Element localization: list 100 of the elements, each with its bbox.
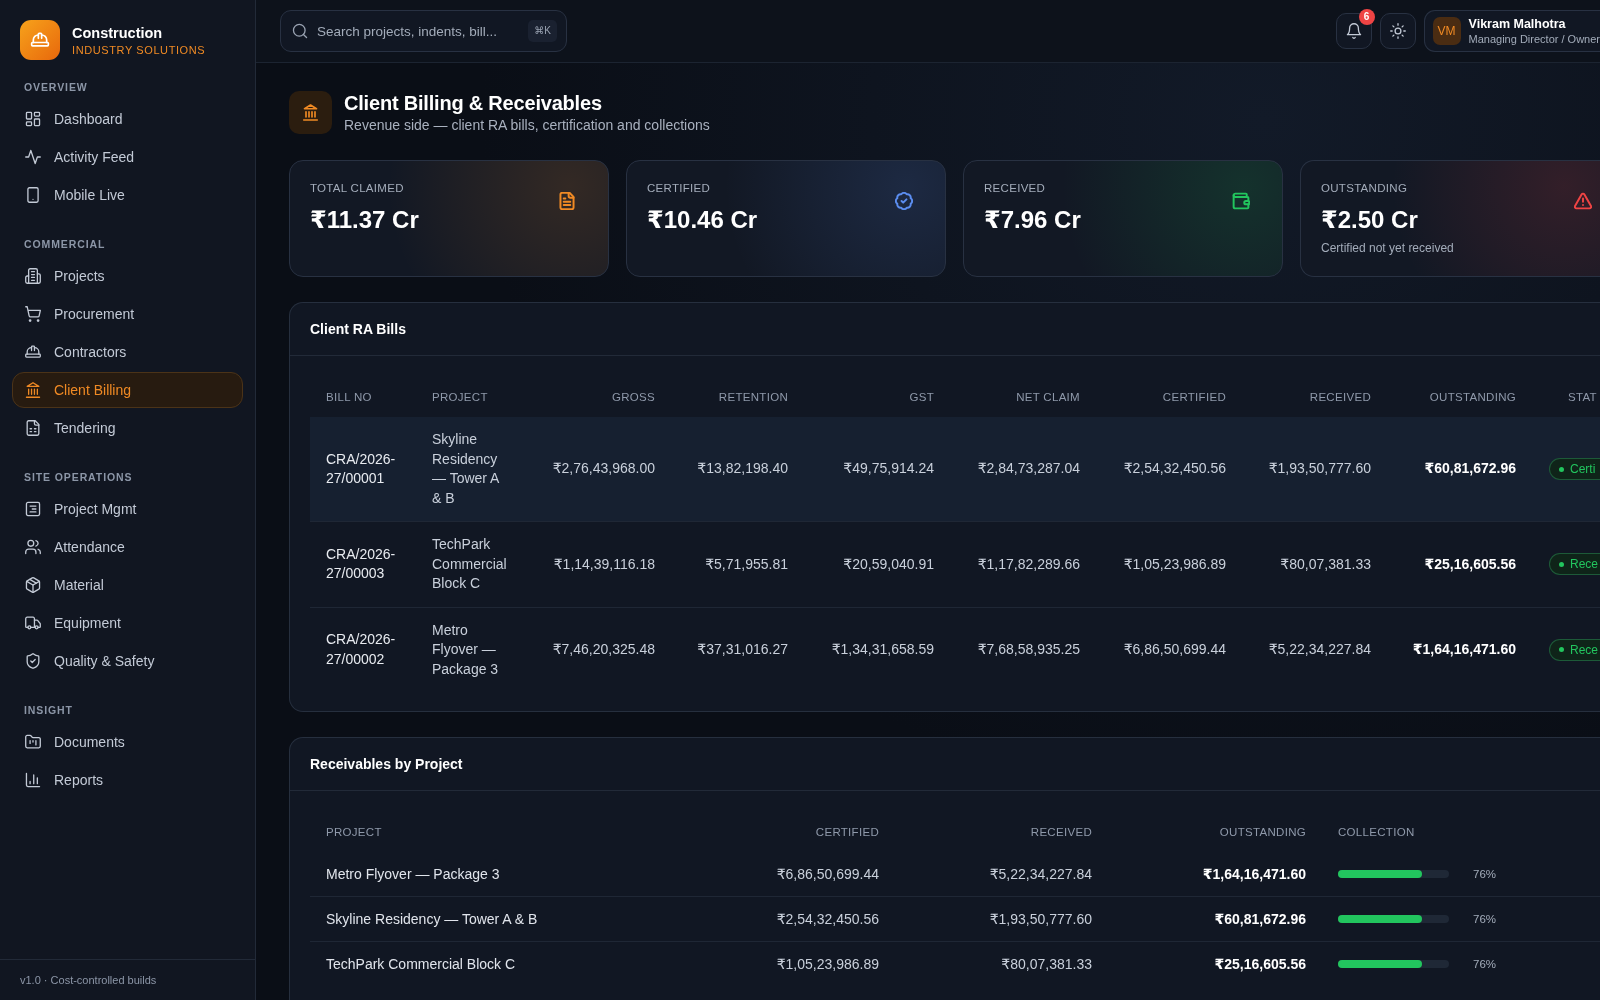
user-menu-button[interactable]: VM Vikram Malhotra Managing Director / Owner [1423,10,1600,52]
table-cell-text: ₹1,05,23,986.89 [1122,554,1227,574]
nav-item[interactable]: Activity Feed [12,139,243,175]
nav-item[interactable]: Attendance [12,529,243,565]
table-cell-text: ₹49,75,914.24 [842,459,935,479]
table-cell-text: ₹1,14,39,116.18 [552,554,656,574]
stat-label: TOTAL CLAIMED [310,181,404,195]
column-header: RETENTION [717,390,789,403]
column-header: PROJECT [325,825,383,838]
column-header: CERTIFIED [814,825,880,838]
bank-icon [25,382,41,398]
table-cell-text: TechPark Commercial Block C [325,956,517,972]
table-cell-text: Skyline Residency — Tower A & B [431,430,500,508]
status-label: Rece [1570,557,1598,572]
table-cell-text: ₹1,93,50,777.60 [988,911,1093,927]
table-row[interactable]: CRA/2026-27/00002 Metro Flyover — Package 3 ₹7,46,20,325.48 ₹37,31,016.27 ₹1,34,31,658.59 ₹7,68,58,935.25 ₹6,86,50,699.44 ₹5,22,34,227.84 ₹1,64,16,471.60 Rece [310,606,1600,692]
table-cell-text: ₹5,22,34,227.84 [988,866,1093,882]
nav-item[interactable]: Projects [12,258,243,294]
keyboard-shortcut: ⌘K [528,20,557,42]
hard-hat-logo-icon [20,20,60,60]
table-cell-text: ₹60,81,672.96 [1423,459,1517,479]
brand-tagline: INDUSTRY SOLUTIONS [72,42,206,57]
nav-item[interactable]: Reports [12,762,243,798]
nav-item[interactable]: Equipment [12,605,243,641]
column-header: GST [908,390,935,403]
nav-section-label: INSIGHT [24,703,73,717]
table-cell-text: ₹60,81,672.96 [1213,911,1307,927]
table-cell-text: ₹25,16,605.56 [1423,554,1517,574]
nav-item[interactable]: Material [12,567,243,603]
stat-label: RECEIVED [984,181,1046,195]
search-icon [292,23,308,39]
table-cell-text: ₹6,86,50,699.44 [1122,640,1227,659]
truck-icon [25,615,41,631]
spreadsheet-icon [25,420,41,436]
shield-check-icon [25,653,41,669]
column-header: RECEIVED [1029,825,1093,838]
column-header: PROJECT [431,390,489,403]
notification-count: 6 [1358,9,1375,25]
table-cell-text: ₹25,16,605.56 [1213,956,1307,972]
stat-note: Certified not yet received [1321,240,1454,256]
table-cell-text: CRA/2026-27/00001 [325,449,397,488]
section-title: Client RA Bills [310,321,406,337]
status-label: Certi [1570,462,1596,476]
bar-chart-icon [25,772,41,788]
sun-icon [1389,23,1406,39]
stat-value: ₹2.50 Cr [1321,205,1418,235]
nav-item[interactable]: Mobile Live [12,177,243,213]
column-header: CERTIFIED [1161,390,1227,403]
version-text: v1.0 · Cost-controlled builds [0,959,255,1000]
nav-item[interactable]: Dashboard [12,101,243,137]
hard-hat-icon [25,344,41,360]
page-subtitle: Revenue side — client RA bills, certification and collections [344,115,710,135]
nav-item[interactable]: Tendering [12,410,243,446]
column-header: NET CLAIM [1015,390,1081,403]
section-title: Receivables by Project [310,756,463,772]
nav-item[interactable]: Contractors [12,334,243,370]
theme-toggle-button[interactable] [1379,13,1416,49]
bell-icon [1345,23,1362,39]
nav-section-label: OVERVIEW [24,80,88,94]
stat-value: ₹10.46 Cr [647,205,758,235]
table-cell-text: CRA/2026-27/00002 [325,630,397,669]
user-name: Vikram Malhotra [1468,16,1566,32]
nav-item[interactable]: Documents [12,724,243,760]
nav-item[interactable]: Procurement [12,296,243,332]
status-label: Rece [1570,642,1598,657]
table-cell-text: ₹1,93,50,777.60 [1267,459,1372,479]
nav-item[interactable]: Client Billing [12,372,243,408]
table-cell-text: ₹5,22,34,227.84 [1267,640,1372,659]
status-dot-icon [1559,561,1564,567]
users-icon [25,539,41,555]
percent-text: 76% [1473,868,1497,880]
table-cell-text: ₹80,07,381.33 [1000,956,1093,972]
table-cell-text: TechPark Commercial Block C [431,535,508,593]
stat-label: OUTSTANDING [1321,181,1408,195]
package-icon [25,577,41,593]
brand-name: Construction [72,23,164,42]
nav-section-label: SITE OPERATIONS [24,470,133,484]
table-cell-text: ₹2,54,32,450.56 [775,911,880,927]
building-icon [25,268,41,284]
phone-icon [25,187,41,203]
column-header: COLLECTION [1337,825,1416,838]
stat-label: CERTIFIED [647,181,711,195]
cart-icon [25,306,41,322]
table-cell-text: ₹7,46,20,325.48 [551,640,656,659]
table-cell-text: ₹7,68,58,935.25 [976,640,1081,659]
page-title: Client Billing & Receivables [344,90,602,115]
table-cell-text: ₹37,31,016.27 [696,640,789,659]
nav-item[interactable]: Project Mgmt [12,491,243,527]
user-avatar: VM [1432,17,1461,45]
nav-section-label: COMMERCIAL [24,237,106,251]
table-cell-text: ₹80,07,381.33 [1279,554,1372,574]
table-cell-text: ₹6,86,50,699.44 [775,866,880,882]
table-cell-text: ₹1,64,16,471.60 [1201,866,1307,882]
table-cell-text: CRA/2026-27/00003 [325,544,397,584]
table-row[interactable]: CRA/2026-27/00001 Skyline Residency — Tower A & B ₹2,76,43,968.00 ₹13,82,198.40 ₹49,75,914.24 ₹2,84,73,287.04 ₹2,54,32,450.56 ₹1,93,50,777.60 ₹60,81,672.96 Certi [310,417,1600,521]
user-role: Managing Director / Owner [1468,31,1600,46]
table-cell-text: Metro Flyover — Package 3 [325,866,501,882]
table-row[interactable]: CRA/2026-27/00003 TechPark Commercial Block C ₹1,14,39,116.18 ₹5,71,955.81 ₹20,59,040.91 ₹1,17,82,289.66 ₹1,05,23,986.89 ₹80,07,381.33 ₹25,16,605.56 Rece [310,521,1600,607]
column-header: OUTSTANDING [1428,390,1517,403]
nav-item[interactable]: Quality & Safety [12,643,243,679]
